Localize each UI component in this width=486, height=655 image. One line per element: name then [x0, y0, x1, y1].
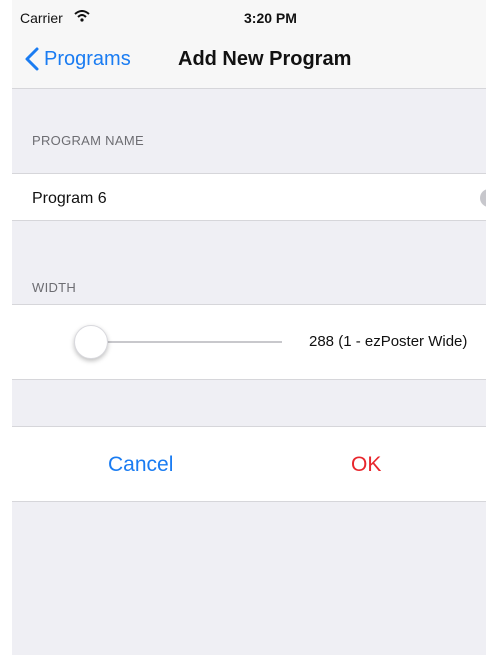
width-value-label: 288 (1 - ezPoster Wide)	[309, 333, 468, 350]
screen: Carrier 3:20 PM Programs Add New Program…	[12, 0, 486, 655]
back-button-label: Programs	[44, 47, 131, 70]
ok-button[interactable]: OK	[351, 453, 381, 477]
program-name-header: PROGRAM NAME	[32, 133, 144, 148]
chevron-left-icon	[22, 46, 44, 72]
carrier-label: Carrier	[20, 10, 63, 26]
back-button[interactable]: Programs	[22, 46, 131, 72]
width-header: WIDTH	[32, 280, 77, 295]
wifi-icon	[74, 10, 90, 25]
cancel-button[interactable]: Cancel	[108, 453, 173, 477]
width-slider-thumb[interactable]	[74, 325, 108, 359]
navigation-bar: Programs Add New Program	[12, 32, 486, 89]
status-time: 3:20 PM	[244, 10, 297, 26]
program-name-cell	[12, 173, 486, 221]
width-cell: 288 (1 - ezPoster Wide)	[12, 304, 486, 380]
status-bar: Carrier 3:20 PM	[12, 0, 486, 32]
action-cell: Cancel OK	[12, 426, 486, 502]
program-name-input[interactable]	[26, 184, 486, 214]
width-slider-track[interactable]	[90, 341, 282, 343]
page-title: Add New Program	[178, 48, 352, 70]
